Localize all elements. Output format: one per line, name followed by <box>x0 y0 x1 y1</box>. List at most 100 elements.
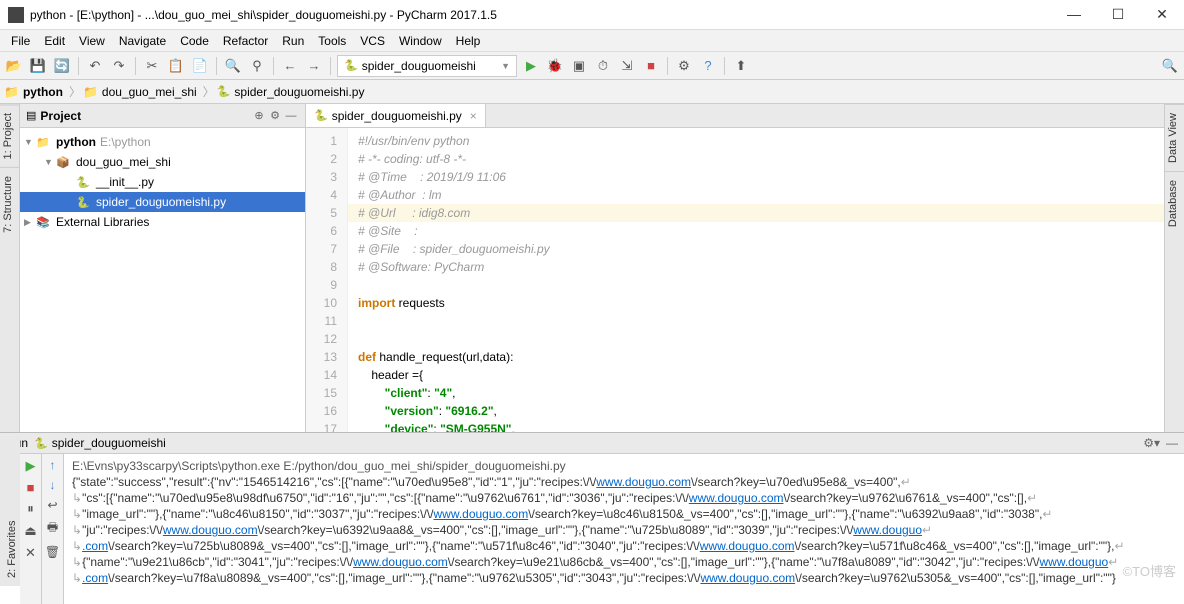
link[interactable]: www.douguo.com <box>689 491 784 505</box>
undo-icon[interactable]: ↶ <box>85 56 105 76</box>
refresh-icon[interactable]: 🔄 <box>52 56 72 76</box>
tree-file-name: spider_douguomeishi.py <box>96 195 226 209</box>
code-content[interactable]: #!/usr/bin/env python# -*- coding: utf-8… <box>348 128 1164 432</box>
separator <box>667 57 668 75</box>
stop-icon[interactable]: ■ <box>27 480 35 495</box>
link[interactable]: www.douguo.com <box>433 507 528 521</box>
tab-database[interactable]: Database <box>1165 171 1184 235</box>
back-icon[interactable]: ← <box>280 56 300 76</box>
breadcrumb-root[interactable]: python <box>19 85 67 99</box>
run-line: ↳.com\/search?key=\u7f8a\u8089&_vs=400",… <box>72 570 1176 586</box>
menu-help[interactable]: Help <box>449 34 488 48</box>
python-icon: 🐍 <box>217 85 231 98</box>
link[interactable]: www.douguo.com <box>596 475 691 489</box>
clear-icon[interactable]: 🗑 <box>45 545 60 559</box>
print-icon[interactable]: 🖶 <box>47 518 58 539</box>
project-panel: ▤ Project ⊕ ⚙ — ▼ 📁 python E:\python ▼ 📦… <box>20 104 306 432</box>
wrap-icon[interactable]: ↩ <box>47 498 57 512</box>
expand-icon[interactable]: ▼ <box>24 137 36 147</box>
pause-icon[interactable]: ⏸ <box>27 501 34 517</box>
minimize-button[interactable]: — <box>1060 6 1088 23</box>
editor-tab-active[interactable]: 🐍 spider_douguomeishi.py × <box>306 104 486 127</box>
maximize-button[interactable]: ☐ <box>1104 6 1132 23</box>
menu-tools[interactable]: Tools <box>311 34 353 48</box>
link[interactable]: www.douguo.com <box>700 539 795 553</box>
run-controls: ▶ ■ ⏸ ⏏ ✕ <box>20 454 42 604</box>
tree-file-init[interactable]: 🐍 __init__.py <box>20 172 305 192</box>
run-config-select[interactable]: 🐍 spider_douguomeishi ▼ <box>337 55 517 77</box>
help-icon[interactable]: ? <box>698 56 718 76</box>
link[interactable]: www.douguo <box>853 523 922 537</box>
expand-icon[interactable]: ▶ <box>24 217 36 228</box>
python-icon: 🐍 <box>34 437 48 450</box>
project-panel-header: ▤ Project ⊕ ⚙ — <box>20 104 305 128</box>
redo-icon[interactable]: ↷ <box>109 56 129 76</box>
stop-icon[interactable]: ■ <box>641 56 661 76</box>
library-icon: 📚 <box>36 216 52 229</box>
project-tree[interactable]: ▼ 📁 python E:\python ▼ 📦 dou_guo_mei_shi… <box>20 128 305 236</box>
forward-icon[interactable]: → <box>304 56 324 76</box>
menu-file[interactable]: File <box>4 34 37 48</box>
breadcrumb-folder[interactable]: dou_guo_mei_shi <box>98 85 201 99</box>
rerun-icon[interactable]: ▶ <box>26 458 36 474</box>
save-icon[interactable]: 💾 <box>28 56 48 76</box>
update-icon[interactable]: ⬆ <box>731 56 751 76</box>
run-line: ↳"cs":[{"name":"\u70ed\u95e8\u98df\u6750… <box>72 490 1176 506</box>
run-icon[interactable]: ▶ <box>521 56 541 76</box>
menu-edit[interactable]: Edit <box>37 34 72 48</box>
up-icon[interactable]: ↑ <box>50 458 56 472</box>
hide-icon[interactable]: — <box>1166 436 1178 450</box>
package-icon: 📦 <box>56 156 72 169</box>
link[interactable]: www.douguo.com <box>700 571 795 585</box>
menu-navigate[interactable]: Navigate <box>112 34 173 48</box>
close-icon[interactable]: ✕ <box>25 545 36 561</box>
cut-icon[interactable]: ✂ <box>142 56 162 76</box>
menu-window[interactable]: Window <box>392 34 449 48</box>
hide-icon[interactable]: — <box>283 110 299 122</box>
collapse-icon[interactable]: ⊕ <box>251 109 267 122</box>
close-button[interactable]: ✕ <box>1148 6 1176 23</box>
debug-icon[interactable]: 🐞 <box>545 56 565 76</box>
link[interactable]: .com <box>82 539 108 553</box>
tree-external-libs[interactable]: ▶ 📚 External Libraries <box>20 212 305 232</box>
profile-icon[interactable]: ⏱ <box>593 56 613 76</box>
tab-dataview[interactable]: Data View <box>1165 104 1184 171</box>
menu-refactor[interactable]: Refactor <box>216 34 275 48</box>
tab-project[interactable]: 1: Project <box>0 104 19 167</box>
code-editor[interactable]: 1234567891011121314151617 #!/usr/bin/env… <box>306 128 1164 432</box>
tree-file-spider[interactable]: 🐍 spider_douguomeishi.py <box>20 192 305 212</box>
tree-package[interactable]: ▼ 📦 dou_guo_mei_shi <box>20 152 305 172</box>
gear-icon[interactable]: ⚙▾ <box>1143 436 1160 450</box>
replace-icon[interactable]: ⚲ <box>247 56 267 76</box>
left-tool-strip: 1: Project 7: Structure <box>0 104 20 432</box>
search-icon[interactable]: 🔍 <box>1160 56 1180 76</box>
chevron-right-icon: 〉 <box>67 83 83 100</box>
paste-icon[interactable]: 📄 <box>190 56 210 76</box>
tab-structure[interactable]: 7: Structure <box>0 167 19 241</box>
link[interactable]: .com <box>82 571 108 585</box>
link[interactable]: www.douguo.com <box>163 523 258 537</box>
coverage-icon[interactable]: ▣ <box>569 56 589 76</box>
title-bar: python - [E:\python] - ...\dou_guo_mei_s… <box>0 0 1184 30</box>
menu-run[interactable]: Run <box>275 34 311 48</box>
run-output[interactable]: E:\Evns\py33scarpy\Scripts\python.exe E:… <box>64 454 1184 604</box>
menu-code[interactable]: Code <box>173 34 216 48</box>
tab-favorites[interactable]: 2: Favorites <box>4 436 20 586</box>
close-tab-icon[interactable]: × <box>470 109 477 123</box>
breadcrumb-file[interactable]: spider_douguomeishi.py <box>230 85 368 99</box>
copy-icon[interactable]: 📋 <box>166 56 186 76</box>
tree-root[interactable]: ▼ 📁 python E:\python <box>20 132 305 152</box>
exit-icon[interactable]: ⏏ <box>24 523 36 539</box>
link[interactable]: www.douguo <box>1039 555 1108 569</box>
menu-view[interactable]: View <box>72 34 112 48</box>
expand-icon[interactable]: ▼ <box>44 157 56 167</box>
open-icon[interactable]: 📂 <box>4 56 24 76</box>
attach-icon[interactable]: ⇲ <box>617 56 637 76</box>
gear-icon[interactable]: ⚙ <box>267 109 283 122</box>
settings-icon[interactable]: ⚙ <box>674 56 694 76</box>
menu-vcs[interactable]: VCS <box>353 34 392 48</box>
link[interactable]: www.douguo.com <box>353 555 448 569</box>
find-icon[interactable]: 🔍 <box>223 56 243 76</box>
down-icon[interactable]: ↓ <box>50 478 56 492</box>
python-icon: 🐍 <box>314 109 328 122</box>
